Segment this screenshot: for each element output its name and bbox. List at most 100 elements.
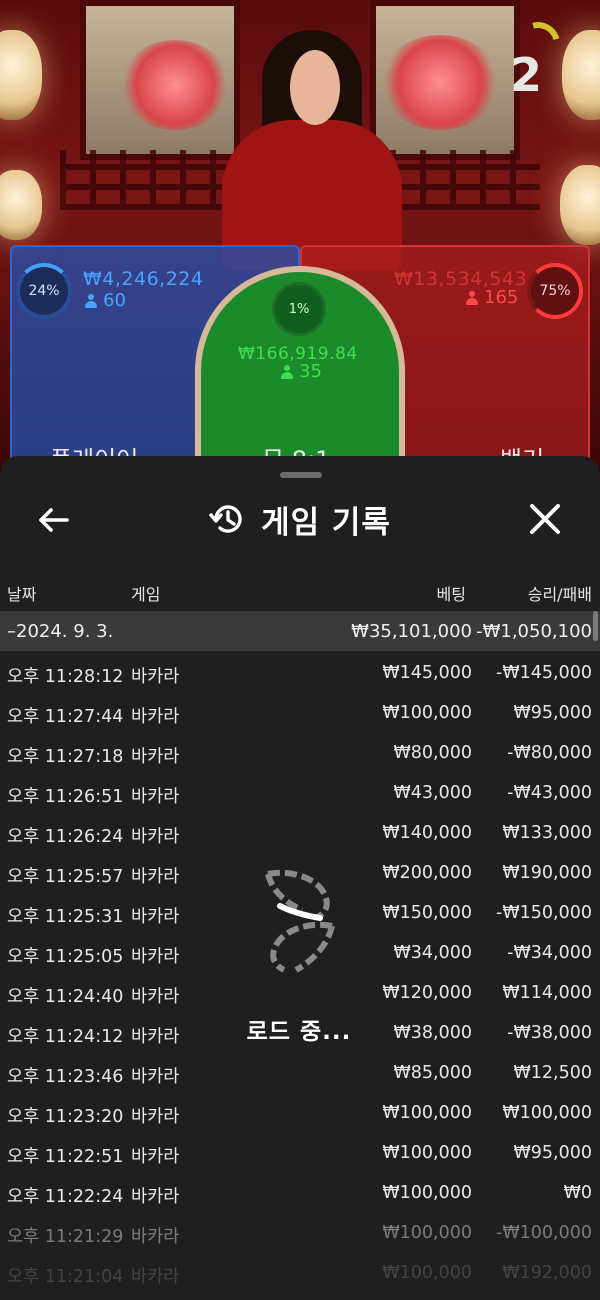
banker-percent-ring: 75% — [527, 263, 583, 319]
player-percent-ring: 24% — [16, 263, 72, 319]
row-time: 오후 11:23:20 — [7, 1107, 124, 1127]
table-row[interactable]: 오후 11:22:51 바카라 ₩100,000 ₩95,000 — [0, 1133, 600, 1173]
banker-percent: 75% — [539, 283, 571, 299]
row-bet: ₩100,000 — [382, 1143, 472, 1163]
row-result: ₩95,000 — [513, 1143, 592, 1163]
row-time: 오후 11:22:51 — [7, 1147, 124, 1167]
row-game: 바카라 — [131, 867, 180, 887]
row-result: -₩80,000 — [507, 743, 592, 763]
summary-result: -₩1,050,100 — [476, 621, 592, 642]
person-icon — [281, 364, 293, 379]
row-game: 바카라 — [131, 1187, 180, 1207]
lantern-decoration — [562, 30, 600, 120]
table-row[interactable]: 오후 11:26:24 바카라 ₩140,000 ₩133,000 — [0, 813, 600, 853]
row-time: 오후 11:25:05 — [7, 947, 124, 967]
column-header-bet: 베팅 — [436, 585, 466, 604]
table-row[interactable]: 오후 11:23:20 바카라 ₩100,000 ₩100,000 — [0, 1093, 600, 1133]
table-row[interactable]: 오후 11:28:12 바카라 ₩145,000 -₩145,000 — [0, 653, 600, 693]
row-time: 오후 11:26:24 — [7, 827, 124, 847]
row-game: 바카라 — [131, 1227, 180, 1247]
close-button[interactable] — [524, 498, 566, 540]
countdown-timer: 2 — [509, 48, 542, 102]
close-icon — [530, 504, 560, 534]
row-bet: ₩140,000 — [382, 823, 472, 843]
table-row[interactable]: 오후 11:24:40 바카라 ₩120,000 ₩114,000 — [0, 973, 600, 1013]
history-icon — [209, 505, 242, 533]
row-game: 바카라 — [131, 1067, 180, 1087]
row-result: ₩190,000 — [502, 863, 592, 883]
row-game: 바카라 — [131, 947, 180, 967]
row-game: 바카라 — [131, 907, 180, 927]
player-count: 60 — [85, 290, 126, 311]
banker-count-value: 165 — [484, 287, 519, 308]
tie-percent-ring: 1% — [272, 282, 326, 336]
row-time: 오후 11:25:31 — [7, 907, 124, 927]
row-game: 바카라 — [131, 987, 180, 1007]
game-history-sheet: 게임 기록 날짜 게임 베팅 승리/패배 –2024. 9. 3. ₩35,10… — [0, 456, 600, 1300]
row-bet: ₩150,000 — [382, 903, 472, 923]
row-bet: ₩100,000 — [382, 1103, 472, 1123]
row-result: -₩150,000 — [496, 903, 592, 923]
lantern-decoration — [560, 165, 600, 245]
row-bet: ₩34,000 — [393, 943, 472, 963]
row-time: 오후 11:27:18 — [7, 747, 124, 767]
sheet-title: 게임 기록 — [261, 504, 391, 541]
row-bet: ₩43,000 — [393, 783, 472, 803]
row-game: 바카라 — [131, 747, 180, 767]
row-bet: ₩100,000 — [382, 1263, 472, 1283]
row-bet: ₩120,000 — [382, 983, 472, 1003]
row-result: ₩12,500 — [513, 1063, 592, 1083]
player-bet-amount: ₩4,246,224 — [83, 268, 204, 290]
tie-count-value: 35 — [299, 361, 322, 382]
row-result: -₩145,000 — [496, 663, 592, 683]
row-time: 오후 11:25:57 — [7, 867, 124, 887]
row-game: 바카라 — [131, 707, 180, 727]
row-bet: ₩145,000 — [382, 663, 472, 683]
row-time: 오후 11:24:40 — [7, 987, 124, 1007]
row-game: 바카라 — [131, 667, 180, 687]
row-game: 바카라 — [131, 1147, 180, 1167]
row-result: ₩192,000 — [502, 1263, 592, 1283]
column-header-game: 게임 — [131, 585, 161, 604]
loading-text: 로드 중... — [246, 1019, 352, 1045]
column-header-result: 승리/패배 — [527, 585, 592, 604]
table-row[interactable]: 오후 11:21:04 바카라 ₩100,000 ₩192,000 — [0, 1253, 600, 1293]
date-summary-row[interactable]: –2024. 9. 3. ₩35,101,000 -₩1,050,100 — [0, 611, 600, 651]
row-result: ₩95,000 — [513, 703, 592, 723]
row-result: ₩114,000 — [502, 983, 592, 1003]
person-icon — [85, 293, 97, 308]
loading-spinner-icon — [265, 869, 335, 973]
row-time: 오후 11:22:24 — [7, 1187, 124, 1207]
back-button[interactable] — [34, 500, 74, 540]
blossom-decoration — [380, 35, 500, 130]
row-bet: ₩200,000 — [382, 863, 472, 883]
tie-percent: 1% — [288, 301, 310, 317]
table-row[interactable]: 오후 11:27:44 바카라 ₩100,000 ₩95,000 — [0, 693, 600, 733]
row-time: 오후 11:21:04 — [7, 1267, 124, 1287]
row-time: 오후 11:21:29 — [7, 1227, 124, 1247]
row-bet: ₩100,000 — [382, 703, 472, 723]
row-bet: ₩100,000 — [382, 1183, 472, 1203]
sheet-drag-handle[interactable] — [280, 472, 322, 478]
row-game: 바카라 — [131, 1107, 180, 1127]
row-result: -₩34,000 — [507, 943, 592, 963]
arrow-left-icon — [39, 508, 69, 532]
blossom-decoration — [120, 40, 230, 130]
summary-bet: ₩35,101,000 — [351, 621, 472, 642]
scrollbar[interactable] — [593, 611, 598, 641]
row-result: ₩0 — [563, 1183, 592, 1203]
table-row[interactable]: 오후 11:27:18 바카라 ₩80,000 -₩80,000 — [0, 733, 600, 773]
row-time: 오후 11:26:51 — [7, 787, 124, 807]
lantern-decoration — [0, 170, 42, 240]
row-result: -₩43,000 — [507, 783, 592, 803]
row-time: 오후 11:27:44 — [7, 707, 124, 727]
row-time: 오후 11:23:46 — [7, 1067, 124, 1087]
table-row[interactable]: 오후 11:21:29 바카라 ₩100,000 -₩100,000 — [0, 1213, 600, 1253]
person-icon — [466, 290, 478, 305]
table-row[interactable]: 오후 11:23:46 바카라 ₩85,000 ₩12,500 — [0, 1053, 600, 1093]
table-row[interactable]: 오후 11:22:24 바카라 ₩100,000 ₩0 — [0, 1173, 600, 1213]
row-result: -₩100,000 — [496, 1223, 592, 1243]
table-row[interactable]: 오후 11:26:51 바카라 ₩43,000 -₩43,000 — [0, 773, 600, 813]
sheet-header: 게임 기록 — [0, 486, 600, 552]
row-result: ₩133,000 — [502, 823, 592, 843]
